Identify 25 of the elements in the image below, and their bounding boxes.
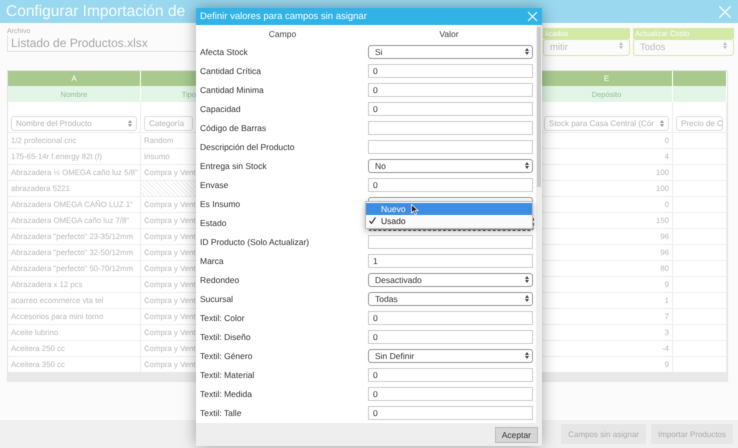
window-title: Configurar Importación de <box>6 2 186 20</box>
field-label: Entrega sin Stock <box>200 160 268 170</box>
column-letter: E <box>541 71 673 86</box>
column-header: Valor <box>438 28 460 38</box>
column-letter: A <box>8 71 141 86</box>
field-label: Redondeo <box>200 274 240 284</box>
field-label: Envase <box>200 180 230 190</box>
field-label: Textil: Color <box>200 312 246 322</box>
field-label: Textil: Género <box>200 350 254 360</box>
field-label: Código de Barras <box>200 122 268 132</box>
dialog-title: Definir valores para campos sin asignar <box>200 11 367 22</box>
field-label: Cantidad Crítica <box>200 66 262 76</box>
field-label: Textil: Medida <box>200 388 253 398</box>
field-label: Capacidad <box>200 104 242 114</box>
column-header: Campo <box>268 28 298 38</box>
field-label: ID Producto (Solo Actualizar) <box>200 236 310 246</box>
field-label: Cantidad Minima <box>200 84 265 94</box>
field-label: Estado <box>200 218 228 228</box>
field-label: Textil: Talle <box>200 408 242 418</box>
field-label: Marca <box>200 256 225 266</box>
field-label: Sucursal <box>200 294 234 304</box>
field-label: Es Insumo <box>200 198 242 208</box>
field-label: Textil: Diseño <box>200 332 252 342</box>
field-label: Descripción del Producto <box>200 142 296 152</box>
field-label: Textil: Material <box>200 370 256 380</box>
